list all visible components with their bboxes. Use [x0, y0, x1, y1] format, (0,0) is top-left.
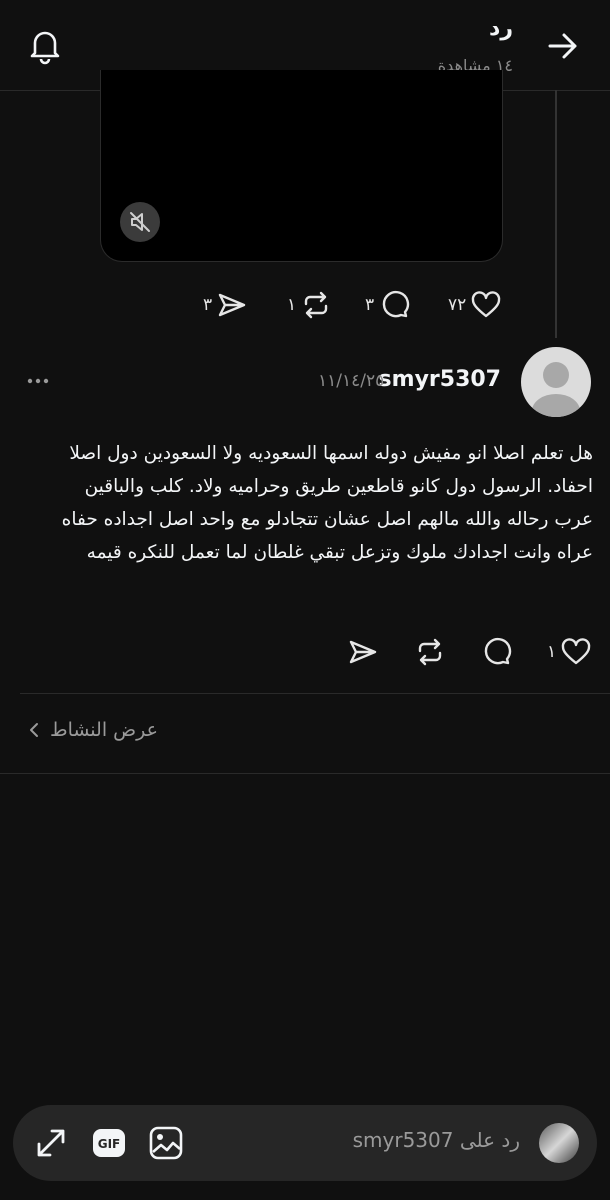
chevron-left-icon — [28, 722, 40, 738]
repost-icon — [304, 291, 328, 319]
view-activity-link[interactable]: عرض النشاط — [28, 719, 158, 741]
view-activity-label: عرض النشاط — [50, 719, 158, 741]
heart-icon — [472, 291, 501, 318]
username[interactable]: smyr5307 — [379, 367, 501, 392]
reply-comment-action[interactable] — [480, 636, 512, 668]
divider — [20, 693, 610, 694]
mute-toggle-button[interactable] — [120, 202, 160, 242]
comment-icon — [484, 637, 512, 665]
timestamp: ١١/١٤/٢٥ — [318, 371, 385, 391]
image-icon[interactable] — [147, 1124, 185, 1162]
bell-icon[interactable] — [25, 25, 65, 65]
repost-icon — [418, 638, 442, 666]
reply-like-action[interactable]: ١ — [547, 636, 592, 668]
svg-text:GIF: GIF — [98, 1137, 121, 1151]
reply-share-action[interactable] — [347, 636, 379, 668]
reply-like-count: ١ — [547, 642, 557, 662]
avatar — [539, 1123, 579, 1163]
video-player[interactable] — [100, 70, 503, 262]
send-icon — [218, 293, 246, 317]
gif-icon[interactable]: GIF — [90, 1124, 128, 1162]
share-count: ٣ — [203, 295, 213, 315]
like-count: ٧٢ — [448, 295, 467, 315]
divider — [0, 773, 610, 774]
share-action[interactable]: ٣ — [203, 289, 248, 321]
back-arrow-icon[interactable] — [544, 27, 582, 65]
reply-text: هل تعلم اصلا انو مفيش دوله اسمها السعودي… — [61, 443, 593, 563]
comment-count: ٣ — [365, 295, 375, 315]
repost-count: ١ — [287, 295, 297, 315]
comment-action[interactable]: ٣ — [365, 289, 410, 321]
page-title: رد — [489, 16, 513, 41]
expand-icon[interactable] — [32, 1124, 70, 1162]
avatar[interactable] — [521, 347, 591, 417]
muted-speaker-icon — [130, 212, 150, 232]
heart-icon — [561, 638, 591, 665]
reply-input[interactable]: رد على smyr5307 — [353, 1128, 520, 1152]
more-options-icon[interactable] — [26, 369, 50, 393]
comment-icon — [382, 290, 410, 318]
repost-action[interactable]: ١ — [287, 289, 332, 321]
thread-connector — [555, 90, 557, 338]
send-icon — [349, 640, 377, 664]
like-action[interactable]: ٧٢ — [448, 289, 502, 321]
reply-repost-action[interactable] — [414, 636, 446, 668]
